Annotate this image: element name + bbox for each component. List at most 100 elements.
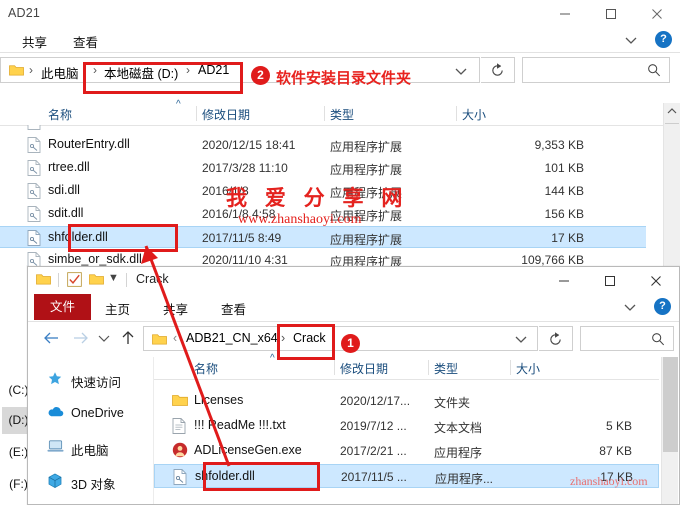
window1-address-dropdown-chevron-icon[interactable] [449,62,473,80]
sort-caret-icon: ^ [270,353,275,364]
crumb-sep-1: › [281,331,286,345]
crumb-sep-1: › [93,63,97,77]
file-size: 9,353 KB [534,138,584,152]
back-button[interactable] [40,327,64,349]
window2-tab-share[interactable]: 共享 [163,299,188,318]
window1-crumb-2[interactable]: AD21 [198,63,229,77]
annotation-badge-1: 1 [341,334,360,353]
window2-col-size[interactable]: 大小 [516,360,540,377]
file-date: 2017/11/5 ... [341,470,407,484]
window2-crumb-1[interactable]: Crack [293,331,326,345]
qat-dropdown-icon[interactable]: ▼ [108,272,119,284]
scroll-up-arrow-icon[interactable] [664,103,680,120]
folder-icon [36,272,51,289]
folder-icon [172,393,188,410]
annotation-badge-2: 2 [251,66,270,85]
file-type: 文件夹 [434,396,471,410]
table-row[interactable]: Licenses 2020/12/17... 文件夹 [154,389,659,413]
window2-col-type[interactable]: 类型 [434,360,458,377]
window2-scrollbar-thumb[interactable] [663,357,678,452]
dll-icon [27,160,41,179]
window1-ribbon-expand-chevron-icon[interactable] [620,30,642,50]
forward-button[interactable] [68,327,92,349]
table-row[interactable]: !!! ReadMe !!!.txt 2019/7/12 ... 文本文档 5 … [154,414,659,438]
window2-file-menu-button[interactable]: 文件 [34,294,91,320]
table-row[interactable]: ADLicenseGen.exe 2017/2/21 ... 应用程序 87 K… [154,439,659,463]
window2-tab-view[interactable]: 查看 [221,299,246,318]
watermark-url-small: zhanshaoyi.com [570,474,648,488]
window1-col-type[interactable]: 类型 [330,106,354,123]
window2-close-button[interactable] [633,267,679,294]
window1-col-name[interactable]: 名称 ^ [48,99,181,123]
window1-tab-share[interactable]: 共享 [22,32,47,51]
file-date: 2020/12/15 18:41 [202,138,296,152]
window1-close-button[interactable] [634,0,680,28]
file-type: 应用程序扩展 [330,140,403,154]
table-row[interactable]: rtree.dll 2017/3/28 11:10 应用程序扩展 101 KB [0,157,646,179]
new-folder-icon[interactable] [89,272,104,289]
sidebar-item-onedrive[interactable]: OneDrive [29,399,153,429]
window2-ribbon: 文件 主页 共享 查看 [28,294,679,322]
window1-refresh-button[interactable] [481,57,515,83]
dll-icon [173,469,187,488]
folder-icon [152,334,167,345]
window1-scrollbar[interactable] [663,103,680,271]
crumb-sep-2: › [186,63,190,77]
window1-col-size[interactable]: 大小 [462,106,486,123]
file-size: 5 KB [605,419,632,433]
window1-tab-view[interactable]: 查看 [73,32,98,51]
window2-column-headers: 名称 ^ 修改日期 类型 大小 [154,353,659,380]
table-row[interactable]: RouterEntry.dll 2020/12/15 18:41 应用程序扩展 … [0,134,646,156]
window1-scrollbar-thumb[interactable] [665,123,679,124]
file-type: 应用程序扩展 [330,163,403,177]
crumb-sep-0: ‹ [173,331,178,345]
window2-navigation-pane[interactable]: 快速访问 OneDrive 此电脑 3D 对象 [29,357,154,504]
file-date: 2020/12/17... [340,394,411,408]
window2-maximize-button[interactable] [587,267,633,294]
sidebar-item-this-pc[interactable]: 此电脑 [29,433,153,463]
exe-shield-icon [172,442,188,461]
file-date: 2017/2/21 ... [340,444,407,458]
watermark-url: www.zhanshaoyi.com [238,212,362,227]
window2-help-icon[interactable]: ? [654,298,671,315]
window1-col-date[interactable]: 修改日期 [202,106,250,123]
window2-col-name[interactable]: 名称 ^ [194,353,275,377]
sidebar-item-label: OneDrive [71,406,124,420]
window2-address-dropdown-chevron-icon[interactable] [509,330,533,348]
window2-minimize-button[interactable] [541,267,587,294]
explorer-window-ad21: AD21 共享 查看 ? › 此电脑 › 本地磁盘 (D:) › AD21 名称… [0,0,680,271]
computer-icon [47,439,64,456]
file-size: 17 KB [551,231,584,245]
window2-scrollbar[interactable] [661,357,678,504]
window1-minimize-button[interactable] [542,0,588,28]
file-name: shfolder.dll [195,469,255,483]
window1-title-text: AD21 [8,6,41,20]
search-icon [647,63,661,80]
sidebar-item-quick-access[interactable]: 快速访问 [29,365,153,395]
window2-crumb-0[interactable]: ADB21_CN_x64 [186,331,278,345]
file-date: 2019/7/12 ... [340,419,407,433]
window1-help-icon[interactable]: ? [655,31,672,48]
up-button[interactable] [116,327,140,349]
window2-tab-home[interactable]: 主页 [105,299,130,318]
file-size: 87 KB [599,444,632,458]
file-name: ADLicenseGen.exe [194,443,302,457]
sidebar-item-label: 快速访问 [71,376,122,390]
file-date: 2020/11/10 4:31 [202,253,288,267]
window2-refresh-button[interactable] [539,326,573,351]
properties-check-icon[interactable] [67,272,82,290]
window1-crumb-1[interactable]: 本地磁盘 (D:) [104,63,178,82]
file-size: 144 KB [544,184,584,198]
window2-address-bar[interactable]: ‹ ADB21_CN_x64 › Crack [143,326,538,351]
window1-maximize-button[interactable] [588,0,634,28]
window2-ribbon-expand-chevron-icon[interactable] [619,297,641,317]
table-row-selected-shfolder[interactable]: shfolder.dll 2017/11/5 8:49 应用程序扩展 17 KB [0,226,646,248]
table-row[interactable] [0,125,646,133]
window2-col-date[interactable]: 修改日期 [340,360,388,377]
window1-search-box[interactable] [522,57,670,83]
file-name: sdi.dll [48,183,80,197]
recent-locations-chevron-icon[interactable] [92,327,116,349]
window2-search-box[interactable] [580,326,674,351]
sidebar-item-3d-objects[interactable]: 3D 对象 [29,467,153,497]
window1-crumb-0[interactable]: 此电脑 [41,63,79,82]
